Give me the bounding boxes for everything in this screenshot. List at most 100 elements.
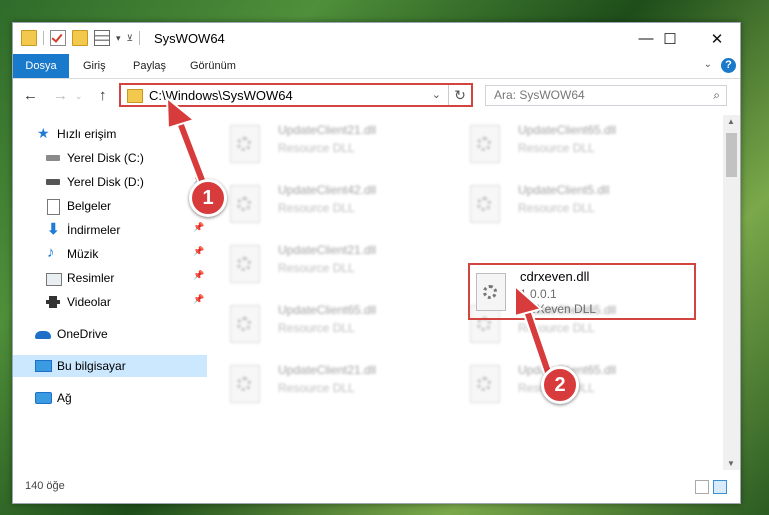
sidebar-item-music[interactable]: ♪ Müzik 📌 xyxy=(13,243,207,265)
dll-file-icon xyxy=(230,185,260,223)
search-input[interactable]: Ara: SysWOW64 ⌕ xyxy=(485,85,727,106)
pin-icon[interactable]: 📌 xyxy=(193,246,204,257)
dll-file-icon xyxy=(230,125,260,163)
video-icon xyxy=(46,296,60,308)
sidebar-item-label: Belgeler xyxy=(67,199,112,213)
pin-icon[interactable]: 📌 xyxy=(193,270,204,281)
download-icon: ⬇ xyxy=(47,221,60,238)
title-bar: ▾ ⊻ SysWOW64 — ☐ ✕ xyxy=(13,23,740,54)
sidebar-item-downloads[interactable]: ⬇ İndirmeler 📌 xyxy=(13,219,207,241)
expand-ribbon-icon[interactable]: ⌄ xyxy=(704,59,712,70)
sidebar-item-label: Bu bilgisayar xyxy=(57,359,126,373)
tab-dosya[interactable]: Dosya xyxy=(13,54,69,78)
drive-icon xyxy=(46,155,60,161)
file-name: UpdateClient5.dll xyxy=(518,183,610,197)
tab-paylas[interactable]: Paylaş xyxy=(133,54,166,78)
ribbon-tabs: Dosya Giriş Paylaş Görünüm ⌄ ? xyxy=(13,54,740,79)
documents-icon xyxy=(47,199,60,215)
dll-file-icon xyxy=(230,365,260,403)
new-folder-icon[interactable] xyxy=(72,30,88,46)
scroll-down-icon[interactable]: ▼ xyxy=(727,459,735,468)
list-item[interactable]: UpdateClient65.dll Resource DLL xyxy=(230,301,460,357)
recent-locations-icon[interactable]: ⌄ xyxy=(75,91,83,102)
computer-icon xyxy=(35,360,52,372)
step-badge-2: 2 xyxy=(541,366,579,404)
file-name: UpdateClient21.dll xyxy=(278,243,377,257)
vertical-scrollbar[interactable]: ▲ ▼ xyxy=(723,115,740,470)
star-icon: ★ xyxy=(37,125,50,141)
file-name: UpdateClient65.dll xyxy=(278,303,377,317)
tab-gorunum[interactable]: Görünüm xyxy=(190,54,236,78)
tab-giris[interactable]: Giriş xyxy=(83,54,106,78)
back-button[interactable]: ← xyxy=(23,87,38,104)
sidebar-item-label: Videolar xyxy=(67,295,111,309)
customize-toolbar-icon[interactable]: ⊻ xyxy=(127,33,134,44)
list-item[interactable]: UpdateClient42.dll Resource DLL xyxy=(230,181,460,237)
sidebar-item-disk-d[interactable]: Yerel Disk (D:) 📌 xyxy=(13,171,207,193)
file-name: UpdateClient21.dll xyxy=(278,123,377,137)
list-item[interactable]: UpdateClient21.dll Resource DLL xyxy=(230,241,460,297)
sidebar-item-label: Yerel Disk (D:) xyxy=(67,175,144,189)
sidebar-item-pictures[interactable]: Resimler 📌 xyxy=(13,267,207,289)
explorer-window: ▾ ⊻ SysWOW64 — ☐ ✕ Dosya Giriş Paylaş Gö… xyxy=(12,22,741,504)
chevron-down-icon[interactable]: ▾ xyxy=(116,33,121,44)
scroll-up-icon[interactable]: ▲ xyxy=(727,117,735,126)
address-bar[interactable]: C:\Windows\SysWOW64 ⌄ ↻ xyxy=(119,83,473,107)
list-item[interactable]: UpdateClient21.dll Resource DLL xyxy=(230,361,460,417)
sidebar-item-disk-c[interactable]: Yerel Disk (C:) xyxy=(13,147,207,169)
target-file-item[interactable]: cdrxeven.dll 1.0.0.1 cdrXeven DLL xyxy=(468,263,696,320)
file-name: cdrxeven.dll xyxy=(520,269,590,284)
up-button[interactable]: ↑ xyxy=(99,87,107,104)
list-item[interactable]: UpdateClient65.dll Resource DLL xyxy=(470,121,700,177)
dll-file-icon xyxy=(470,365,500,403)
file-name: UpdateClient65.dll xyxy=(518,123,617,137)
list-item[interactable]: UpdateClient5.dll Resource DLL xyxy=(470,181,700,237)
pin-icon[interactable]: 📌 xyxy=(193,222,204,233)
scroll-thumb[interactable] xyxy=(726,133,737,177)
pin-icon[interactable]: 📌 xyxy=(193,294,204,305)
maximize-button[interactable]: ☐ xyxy=(647,23,693,54)
dll-file-icon xyxy=(230,305,260,343)
dll-file-icon xyxy=(470,185,500,223)
sidebar-item-network[interactable]: Ağ xyxy=(13,387,207,409)
file-name: UpdateClient42.dll xyxy=(278,183,377,197)
details-view-icon[interactable] xyxy=(695,480,709,494)
search-icon[interactable]: ⌕ xyxy=(713,88,720,103)
properties-icon[interactable] xyxy=(94,30,110,46)
sidebar-item-videos[interactable]: Videolar 📌 xyxy=(13,291,207,313)
dll-file-icon xyxy=(230,245,260,283)
help-icon[interactable]: ? xyxy=(721,58,736,73)
file-description: Resource DLL xyxy=(278,321,355,335)
sidebar-item-quick-access[interactable]: ★ Hızlı erişim xyxy=(13,123,207,145)
sidebar-item-onedrive[interactable]: OneDrive xyxy=(13,323,207,345)
item-count: 140 öğe xyxy=(25,480,65,492)
list-item[interactable]: UpdateClient65.dll Resource DLL xyxy=(470,361,700,417)
file-description: Resource DLL xyxy=(278,141,355,155)
sidebar-item-label: İndirmeler xyxy=(67,223,121,237)
list-item[interactable]: UpdateClient21.dll Resource DLL xyxy=(230,121,460,177)
sidebar-item-label: Ağ xyxy=(57,391,72,405)
file-description: cdrXeven DLL xyxy=(520,302,597,316)
file-name: UpdateClient21.dll xyxy=(278,363,377,377)
status-bar: 140 öğe xyxy=(13,473,740,501)
folder-icon[interactable] xyxy=(21,30,37,46)
address-path[interactable]: C:\Windows\SysWOW64 xyxy=(149,88,293,103)
sidebar-item-label: OneDrive xyxy=(57,327,108,341)
sidebar-item-documents[interactable]: Belgeler 📌 xyxy=(13,195,207,217)
sidebar-item-label: Hızlı erişim xyxy=(57,127,117,141)
search-placeholder: Ara: SysWOW64 xyxy=(494,88,585,102)
cloud-icon xyxy=(35,331,51,339)
refresh-button[interactable]: ↻ xyxy=(448,85,471,105)
sidebar-item-label: Yerel Disk (C:) xyxy=(67,151,144,165)
forward-button[interactable]: → xyxy=(53,87,68,104)
file-list: UpdateClient21.dll Resource DLL UpdateCl… xyxy=(208,115,723,470)
tiles-view-icon[interactable] xyxy=(713,480,727,494)
sidebar-item-this-pc[interactable]: Bu bilgisayar xyxy=(13,355,207,377)
file-description: Resource DLL xyxy=(278,261,355,275)
close-button[interactable]: ✕ xyxy=(694,23,740,54)
checkmark-icon[interactable] xyxy=(50,30,66,46)
file-description: Resource DLL xyxy=(518,141,595,155)
file-description: Resource DLL xyxy=(278,201,355,215)
chevron-down-icon[interactable]: ⌄ xyxy=(432,88,441,101)
folder-icon xyxy=(127,89,143,103)
